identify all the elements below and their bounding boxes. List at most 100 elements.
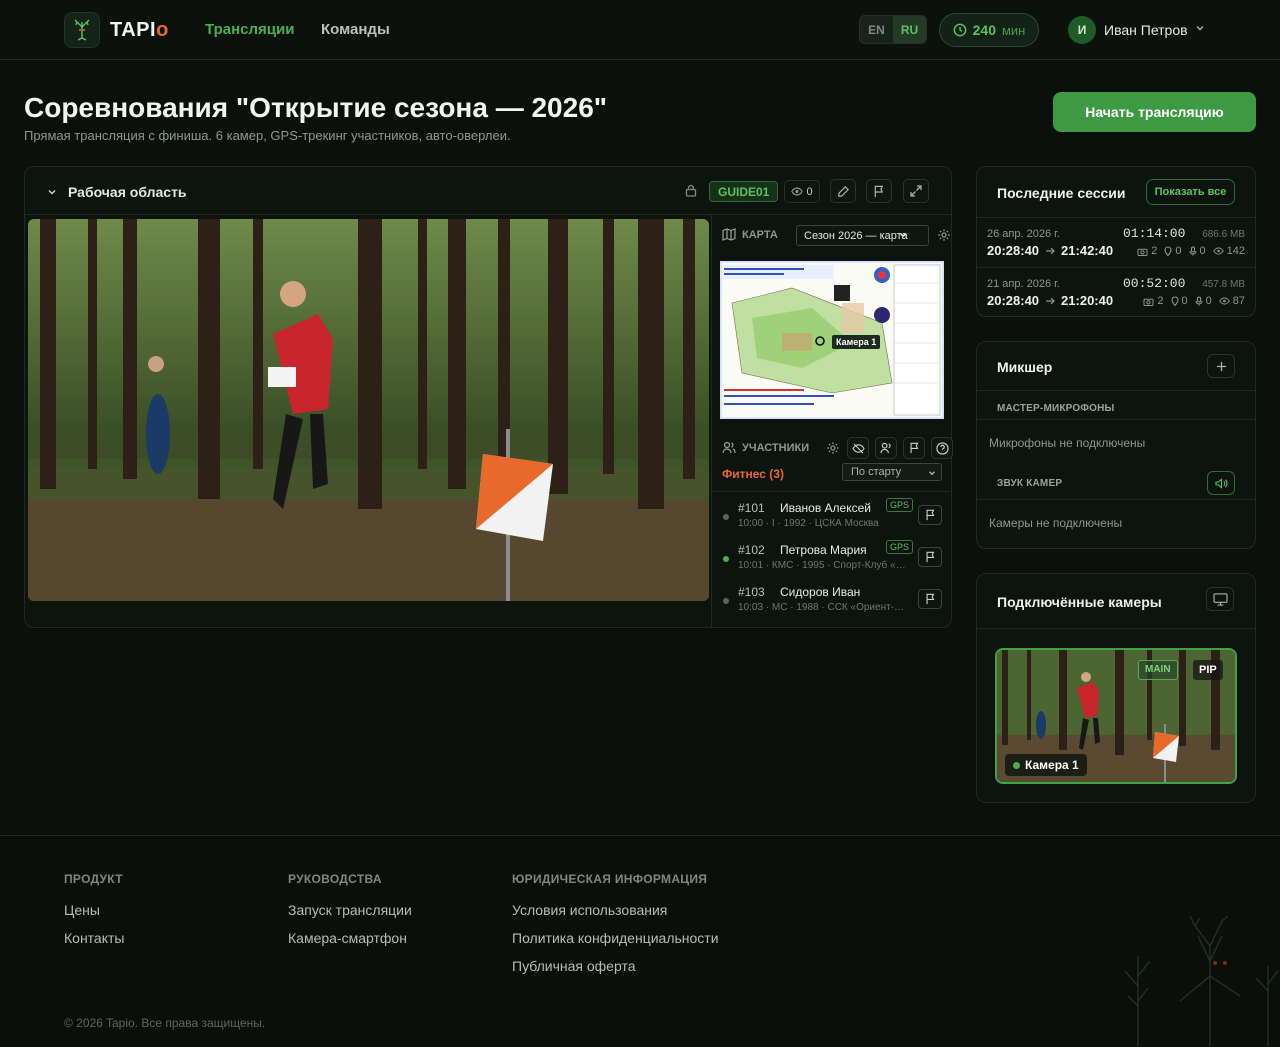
- cast-button[interactable]: [1206, 587, 1234, 611]
- footer-heading-legal: ЮРИДИЧЕСКАЯ ИНФОРМАЦИЯ: [512, 872, 708, 886]
- session-duration: 01:14:00: [1123, 226, 1186, 241]
- session-size: 686.6 MB: [1202, 229, 1245, 240]
- lang-ru-button[interactable]: RU: [893, 16, 926, 43]
- main-video-preview[interactable]: [28, 219, 709, 601]
- plus-icon: [1216, 361, 1226, 371]
- map-camera-marker[interactable]: Камера 1: [832, 335, 881, 349]
- flag-button[interactable]: [903, 437, 925, 459]
- chevron-down-icon[interactable]: [46, 186, 58, 198]
- status-dot: [723, 514, 729, 520]
- minutes-value: 240: [972, 22, 996, 38]
- page-title: Соревнования "Открытие сезона — 2026": [24, 92, 608, 123]
- location-pin-icon: [1164, 246, 1172, 256]
- chevron-down-icon[interactable]: [1194, 22, 1206, 34]
- divider: [977, 628, 1255, 629]
- fullscreen-button[interactable]: [903, 179, 929, 203]
- show-all-button[interactable]: Показать все: [1146, 179, 1235, 205]
- main-badge[interactable]: MAIN: [1138, 660, 1178, 680]
- flag-button[interactable]: [866, 179, 892, 203]
- add-mixer-button[interactable]: [1207, 354, 1235, 378]
- location-pin-icon: [1170, 296, 1179, 306]
- logo-text[interactable]: TAPIo: [110, 19, 169, 42]
- user-name[interactable]: Иван Петров: [1104, 22, 1188, 38]
- page-subtitle: Прямая трансляция с финиша. 6 камер, GPS…: [24, 128, 511, 143]
- footer-link-terms[interactable]: Условия использования: [512, 902, 667, 918]
- edit-button[interactable]: [830, 179, 856, 203]
- logo-icon[interactable]: [64, 12, 100, 48]
- session-cams: 2: [1157, 295, 1164, 307]
- settings-gear-icon[interactable]: [937, 228, 951, 242]
- pip-badge[interactable]: PIP: [1193, 660, 1223, 680]
- status-dot: [723, 598, 729, 604]
- participant-row[interactable]: #102 Петрова Мария 10:01 · КМС · 1995 · …: [712, 534, 950, 576]
- expand-icon: [910, 185, 922, 197]
- logo-accent: o: [156, 19, 169, 41]
- arrow-right-icon: [1046, 297, 1055, 304]
- hide-button[interactable]: [847, 437, 869, 459]
- forest-scene-image: [28, 219, 709, 601]
- lock-icon[interactable]: [685, 184, 697, 197]
- help-button[interactable]: [931, 437, 953, 459]
- map-header: КАРТА Сезон 2026 — карта: [722, 225, 950, 247]
- avatar[interactable]: И: [1068, 16, 1096, 44]
- participant-row[interactable]: #103 Сидоров Иван 10:03 · МС · 1988 · СС…: [712, 576, 950, 618]
- chevron-down-icon: [929, 471, 935, 476]
- participant-flag-button[interactable]: [918, 547, 942, 567]
- participant-number: #103: [738, 585, 765, 599]
- session-mics: 0: [1205, 295, 1212, 307]
- orienteering-map[interactable]: Камера 1: [720, 261, 944, 419]
- footer-link-privacy[interactable]: Политика конфиденциальности: [512, 930, 719, 946]
- session-row[interactable]: 21 апр. 2026 г. 00:52:00 457.8 MB 20:28:…: [977, 267, 1255, 317]
- nav-broadcasts[interactable]: Трансляции: [205, 21, 294, 38]
- eye-icon: [1212, 247, 1224, 255]
- edit-icon: [837, 185, 849, 197]
- workspace-panel: Рабочая область GUIDE01 0 КАРТА Сезон 20…: [24, 166, 953, 628]
- participant-flag-button[interactable]: [918, 589, 942, 609]
- participant-number: #102: [738, 543, 765, 557]
- group-button[interactable]: [875, 437, 897, 459]
- logo-main: TAPI: [110, 19, 157, 41]
- footer-link-phone-camera[interactable]: Камера-смартфон: [288, 930, 407, 946]
- map-select[interactable]: Сезон 2026 — карта: [796, 225, 929, 246]
- gps-badge: GPS: [886, 540, 914, 554]
- mixer-card: Микшер МАСТЕР-МИКРОФОНЫ Микрофоны не под…: [976, 341, 1256, 549]
- workspace-title: Рабочая область: [68, 184, 187, 200]
- session-row[interactable]: 26 апр. 2026 г. 01:14:00 686.6 MB 20:28:…: [977, 217, 1255, 267]
- minutes-balance[interactable]: 240 мин: [939, 13, 1039, 47]
- start-broadcast-button[interactable]: Начать трансляцию: [1053, 92, 1256, 132]
- guide-code-badge[interactable]: GUIDE01: [709, 181, 779, 202]
- clock-icon: [953, 23, 967, 37]
- session-views: 142: [1226, 245, 1245, 257]
- session-gps: 0: [1175, 245, 1182, 257]
- divider: [977, 499, 1255, 500]
- viewers-count: 0: [806, 185, 813, 198]
- session-times: 20:28:40 21:42:40: [987, 243, 1113, 258]
- footer-link-offer[interactable]: Публичная оферта: [512, 958, 636, 974]
- top-bar: TAPIo Трансляции Команды EN RU 240 мин И…: [0, 0, 1280, 60]
- participant-row[interactable]: #101 Иванов Алексей 10:00 · I · 1992 · Ц…: [712, 492, 950, 534]
- footer-link-contacts[interactable]: Контакты: [64, 930, 124, 946]
- footer-link-start-broadcast[interactable]: Запуск трансляции: [288, 902, 412, 918]
- gps-badge: GPS: [886, 498, 914, 512]
- users-icon: [722, 441, 736, 454]
- users-icon: [879, 442, 891, 454]
- flag-icon: [926, 509, 934, 521]
- participant-meta: 10:01 · КМС · 1995 · Спорт-Клуб «Северны…: [738, 560, 910, 571]
- mixer-title: Микшер: [997, 359, 1053, 375]
- settings-gear-icon[interactable]: [826, 441, 840, 455]
- flag-icon: [910, 442, 918, 454]
- participant-name: Иванов Алексей: [780, 501, 871, 515]
- footer-link-prices[interactable]: Цены: [64, 902, 100, 918]
- question-icon: [935, 441, 949, 455]
- participant-flag-button[interactable]: [918, 505, 942, 525]
- camera-audio-toggle[interactable]: [1207, 471, 1235, 495]
- participants-group-title[interactable]: Фитнес (3): [722, 467, 784, 481]
- nav-teams[interactable]: Команды: [321, 21, 390, 38]
- connected-cameras-card: Подключённые камеры MAIN PIP Камера 1: [976, 573, 1256, 803]
- session-start: 20:28:40: [987, 243, 1040, 258]
- lang-en-button[interactable]: EN: [860, 16, 893, 43]
- map-label: КАРТА: [742, 229, 778, 241]
- session-end: 21:42:40: [1061, 243, 1114, 258]
- camera-thumbnail[interactable]: MAIN PIP Камера 1: [995, 648, 1237, 784]
- participants-header: УЧАСТНИКИ: [722, 437, 953, 459]
